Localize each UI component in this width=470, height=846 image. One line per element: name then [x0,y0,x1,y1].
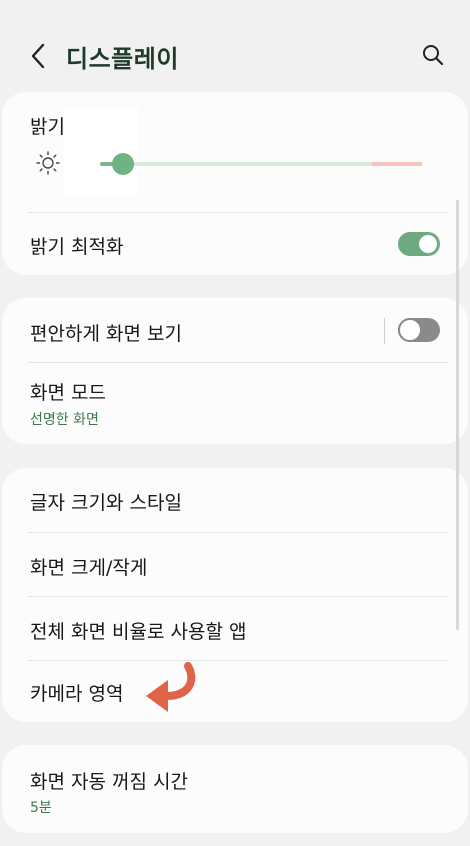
top-app-bar: 디스플레이 [0,0,470,100]
adaptive-brightness-label: 밝기 최적화 [30,236,124,258]
font-size-row[interactable]: 글자 크기와 스타일 [2,468,468,532]
sun-icon [36,151,60,175]
back-button[interactable] [24,40,52,72]
full-screen-apps-row[interactable]: 전체 화면 비율로 사용할 앱 [2,597,468,660]
screen-timeout-value: 5분 [30,800,52,816]
screen-mode-label: 화면 모드 [30,382,106,404]
eye-comfort-toggle[interactable] [398,318,440,342]
screen-card: 편안하게 화면 보기 화면 모드 선명한 화면 [2,298,468,444]
screen-zoom-row[interactable]: 화면 크게/작게 [2,533,468,596]
page-title: 디스플레이 [66,45,179,73]
adaptive-brightness-row[interactable]: 밝기 최적화 [2,213,468,275]
brightness-slider[interactable] [100,153,422,175]
screen-zoom-label: 화면 크게/작게 [30,557,148,579]
scrollbar[interactable] [456,200,459,630]
toggle-knob [417,233,439,255]
brightness-label: 밝기 [30,116,65,138]
vertical-separator [384,318,385,344]
search-button[interactable] [418,40,448,70]
display-options-card: 글자 크기와 스타일 화면 크게/작게 전체 화면 비율로 사용할 앱 카메라 … [2,468,468,722]
font-size-label: 글자 크기와 스타일 [30,492,182,514]
eye-comfort-row[interactable]: 편안하게 화면 보기 [2,298,468,362]
screen-timeout-label: 화면 자동 꺼짐 시간 [30,771,188,793]
camera-cutout-label: 카메라 영역 [30,683,124,705]
brightness-slider-thumb[interactable] [111,153,134,175]
chevron-left-icon [31,43,45,69]
eye-comfort-label: 편안하게 화면 보기 [30,323,182,345]
brightness-high-zone [372,162,422,166]
mask-area [64,106,138,194]
brightness-card: 밝기 밝기 최적화 [2,92,468,275]
screen-timeout-row[interactable]: 화면 자동 꺼짐 시간 5분 [2,745,468,833]
camera-cutout-row[interactable]: 카메라 영역 [2,661,468,722]
curved-arrow-icon [146,662,196,712]
adaptive-brightness-toggle[interactable] [398,232,440,256]
full-screen-apps-label: 전체 화면 비율로 사용할 앱 [30,621,247,643]
search-icon [423,45,444,66]
screen-mode-value: 선명한 화면 [30,412,99,428]
toggle-knob [398,318,422,342]
screen-timeout-card: 화면 자동 꺼짐 시간 5분 [2,745,468,833]
screen-mode-row[interactable]: 화면 모드 선명한 화면 [2,363,468,444]
